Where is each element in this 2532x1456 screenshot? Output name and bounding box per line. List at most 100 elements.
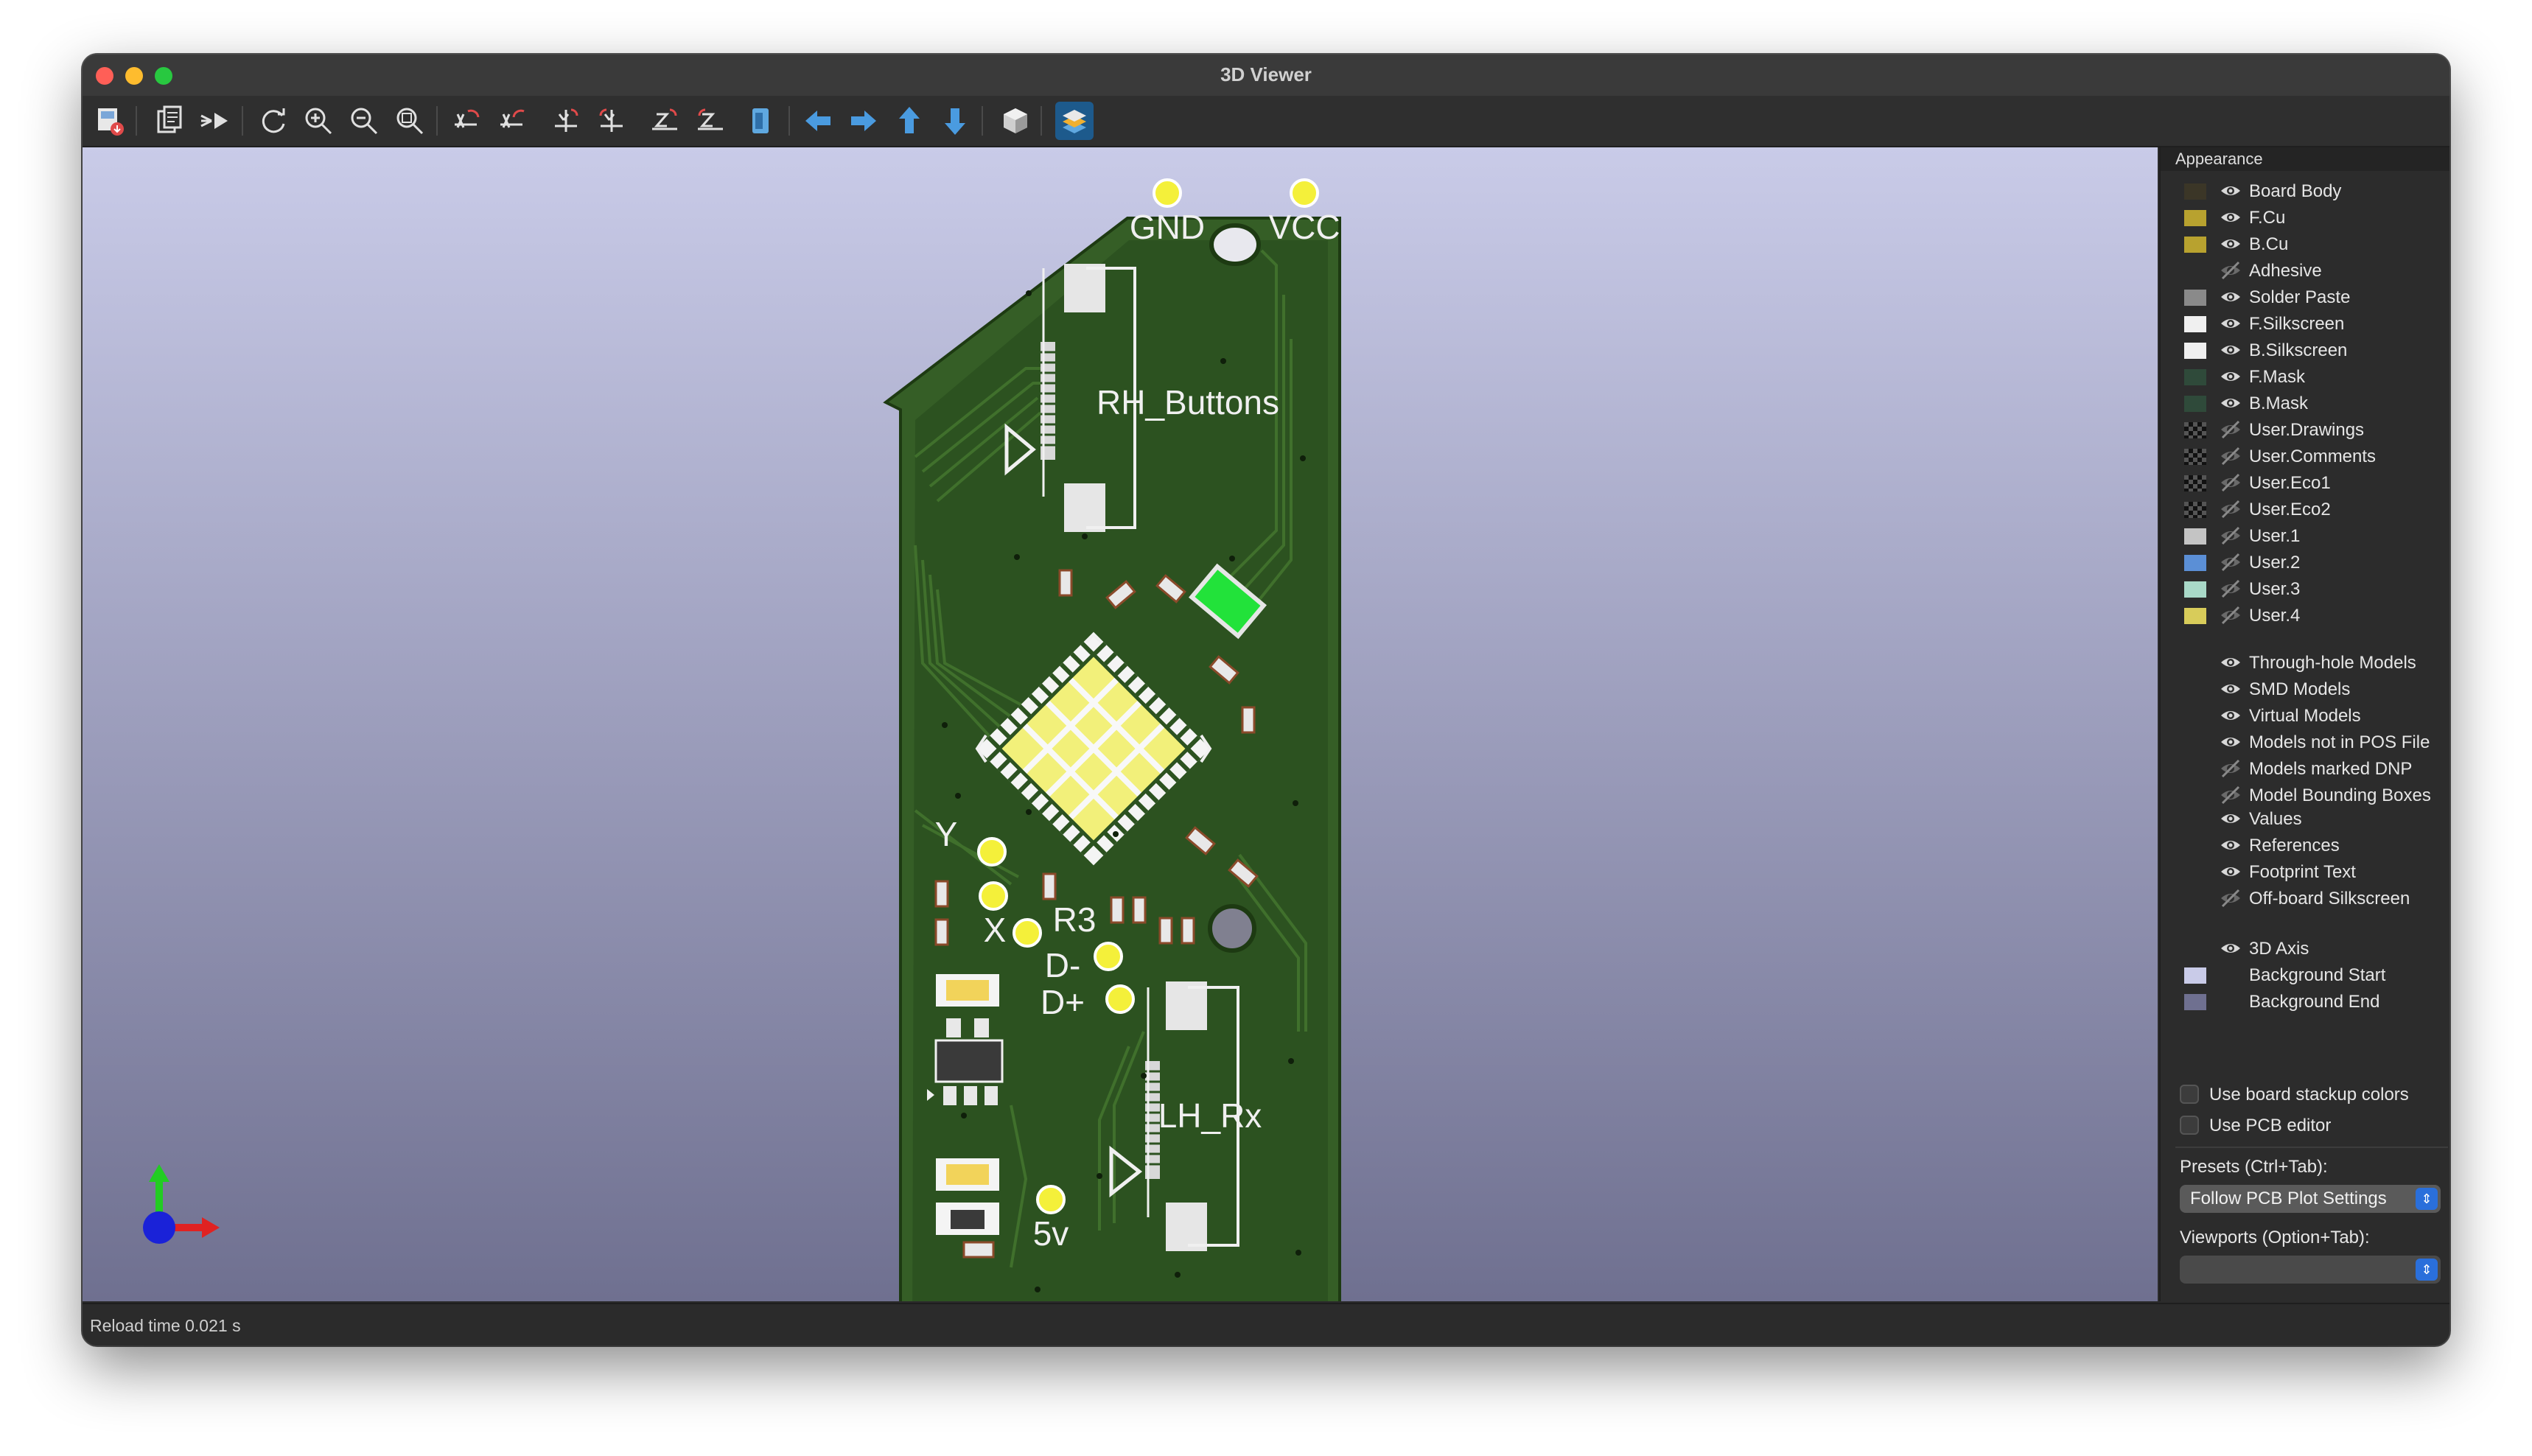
- eye-hidden-icon[interactable]: [2220, 420, 2242, 439]
- rotate-y-cw-icon[interactable]: [547, 102, 585, 140]
- color-swatch[interactable]: [2184, 210, 2206, 226]
- color-swatch[interactable]: [2184, 502, 2206, 518]
- pan-down-icon[interactable]: [936, 102, 974, 140]
- pan-up-icon[interactable]: [890, 102, 928, 140]
- eye-icon[interactable]: [2220, 732, 2242, 752]
- layer-row-board-body[interactable]: Board Body: [2161, 178, 2449, 203]
- zoom-in-icon[interactable]: [299, 102, 338, 140]
- layer-row-values[interactable]: Values: [2161, 806, 2449, 831]
- color-swatch[interactable]: [2184, 475, 2206, 491]
- zoom-out-icon[interactable]: [345, 102, 383, 140]
- layer-row-user-1[interactable]: User.1: [2161, 523, 2449, 548]
- layer-row-model-bounding-boxes[interactable]: Model Bounding Boxes: [2161, 783, 2449, 808]
- eye-hidden-icon[interactable]: [2220, 500, 2242, 519]
- color-swatch[interactable]: [2184, 369, 2206, 385]
- eye-icon[interactable]: [2220, 393, 2242, 413]
- color-swatch[interactable]: [2184, 581, 2206, 598]
- layer-row-through-hole-models[interactable]: Through-hole Models: [2161, 650, 2449, 675]
- eye-icon[interactable]: [2220, 234, 2242, 253]
- eye-icon[interactable]: [2220, 653, 2242, 672]
- layers-manager-icon[interactable]: [1055, 102, 1094, 140]
- layer-row-user-4[interactable]: User.4: [2161, 603, 2449, 628]
- eye-icon[interactable]: [2220, 181, 2242, 200]
- rotate-z-cw-icon[interactable]: [646, 102, 684, 140]
- eye-hidden-icon[interactable]: [2220, 261, 2242, 280]
- color-swatch[interactable]: [2184, 449, 2206, 465]
- layer-row-user-2[interactable]: User.2: [2161, 550, 2449, 575]
- color-swatch[interactable]: [2184, 967, 2206, 984]
- color-swatch[interactable]: [2184, 343, 2206, 359]
- eye-icon[interactable]: [2220, 706, 2242, 725]
- use-board-stackup-checkbox[interactable]: [2180, 1085, 2199, 1104]
- eye-hidden-icon[interactable]: [2220, 759, 2242, 778]
- layer-row-user-comments[interactable]: User.Comments: [2161, 444, 2449, 469]
- layer-row-b-silkscreen[interactable]: B.Silkscreen: [2161, 337, 2449, 363]
- color-swatch[interactable]: [2184, 555, 2206, 571]
- layer-row-background-end[interactable]: Background End: [2161, 989, 2449, 1014]
- eye-icon[interactable]: [2220, 340, 2242, 360]
- viewports-select[interactable]: ⇕: [2180, 1256, 2441, 1284]
- eye-icon[interactable]: [2220, 679, 2242, 699]
- eye-icon[interactable]: [2220, 862, 2242, 881]
- layer-row-user-eco1[interactable]: User.Eco1: [2161, 470, 2449, 495]
- eye-hidden-icon[interactable]: [2220, 553, 2242, 572]
- color-swatch[interactable]: [2184, 183, 2206, 200]
- layer-row-user-drawings[interactable]: User.Drawings: [2161, 417, 2449, 442]
- eye-hidden-icon[interactable]: [2220, 526, 2242, 545]
- layer-row-references[interactable]: References: [2161, 833, 2449, 858]
- layer-row-b-cu[interactable]: B.Cu: [2161, 231, 2449, 256]
- color-swatch[interactable]: [2184, 994, 2206, 1010]
- color-swatch[interactable]: [2184, 608, 2206, 624]
- flip-board-icon[interactable]: [743, 102, 781, 140]
- eye-icon[interactable]: [2220, 939, 2242, 958]
- eye-hidden-icon[interactable]: [2220, 579, 2242, 598]
- layer-row-f-silkscreen[interactable]: F.Silkscreen: [2161, 311, 2449, 336]
- color-swatch[interactable]: [2184, 237, 2206, 253]
- orthographic-icon[interactable]: [996, 102, 1035, 140]
- eye-icon[interactable]: [2220, 836, 2242, 855]
- export-image-icon[interactable]: [91, 102, 130, 140]
- pan-left-icon[interactable]: [799, 102, 837, 140]
- color-swatch[interactable]: [2184, 396, 2206, 412]
- layer-row-f-mask[interactable]: F.Mask: [2161, 364, 2449, 389]
- eye-icon[interactable]: [2220, 314, 2242, 333]
- eye-icon[interactable]: [2220, 208, 2242, 227]
- layer-row-smd-models[interactable]: SMD Models: [2161, 676, 2449, 701]
- eye-icon[interactable]: [2220, 809, 2242, 828]
- eye-icon[interactable]: [2220, 287, 2242, 307]
- layer-row-f-cu[interactable]: F.Cu: [2161, 205, 2449, 230]
- 3d-viewport[interactable]: GND VCC RH_Buttons Y X R3 D- D+ LH_Rx 5v: [83, 147, 2158, 1301]
- eye-hidden-icon[interactable]: [2220, 447, 2242, 466]
- layer-row-footprint-text[interactable]: Footprint Text: [2161, 859, 2449, 884]
- layer-row-adhesive[interactable]: Adhesive: [2161, 258, 2449, 283]
- presets-select[interactable]: Follow PCB Plot Settings ⇕: [2180, 1185, 2441, 1213]
- rotate-x-ccw-icon[interactable]: [494, 102, 532, 140]
- color-swatch[interactable]: [2184, 290, 2206, 306]
- color-swatch[interactable]: [2184, 316, 2206, 332]
- color-swatch[interactable]: [2184, 422, 2206, 438]
- raytrace-icon[interactable]: [196, 102, 234, 140]
- layer-row-b-mask[interactable]: B.Mask: [2161, 391, 2449, 416]
- color-swatch[interactable]: [2184, 528, 2206, 545]
- layer-row-user-3[interactable]: User.3: [2161, 576, 2449, 601]
- layer-row-solder-paste[interactable]: Solder Paste: [2161, 284, 2449, 309]
- eye-hidden-icon[interactable]: [2220, 606, 2242, 625]
- rotate-z-ccw-icon[interactable]: [691, 102, 730, 140]
- layer-row-models-not-in-pos-file[interactable]: Models not in POS File: [2161, 729, 2449, 755]
- layer-row-user-eco2[interactable]: User.Eco2: [2161, 497, 2449, 522]
- copy-icon[interactable]: [150, 102, 189, 140]
- eye-hidden-icon[interactable]: [2220, 785, 2242, 805]
- eye-hidden-icon[interactable]: [2220, 889, 2242, 908]
- layer-row-background-start[interactable]: Background Start: [2161, 962, 2449, 987]
- zoom-fit-icon[interactable]: [391, 102, 429, 140]
- reload-icon[interactable]: [253, 102, 292, 140]
- layer-row-off-board-silkscreen[interactable]: Off-board Silkscreen: [2161, 886, 2449, 911]
- layer-row-models-marked-dnp[interactable]: Models marked DNP: [2161, 756, 2449, 781]
- rotate-y-ccw-icon[interactable]: [592, 102, 631, 140]
- layer-row-virtual-models[interactable]: Virtual Models: [2161, 703, 2449, 728]
- layer-row-3d-axis[interactable]: 3D Axis: [2161, 936, 2449, 961]
- pan-right-icon[interactable]: [844, 102, 883, 140]
- rotate-x-cw-icon[interactable]: [448, 102, 486, 140]
- use-pcb-editor-checkbox[interactable]: [2180, 1116, 2199, 1135]
- eye-hidden-icon[interactable]: [2220, 473, 2242, 492]
